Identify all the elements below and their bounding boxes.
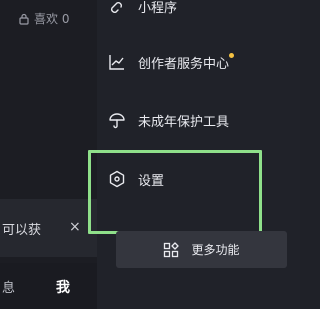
toast-text: 可以获 (2, 222, 42, 238)
menu-item-label-wrap: 创作者服务中心 (138, 52, 235, 72)
trend-chart-icon (109, 55, 124, 70)
likes-count[interactable]: 喜欢 0 (18, 10, 69, 27)
lock-icon (19, 13, 29, 25)
menu-item-creator-center[interactable]: 创作者服务中心 (108, 52, 235, 72)
tab-messages[interactable]: 息 (2, 277, 15, 296)
menu-item-label: 未成年保护工具 (138, 114, 230, 130)
menu-item-mini-program[interactable]: 小程序 (108, 0, 177, 16)
notification-dot (229, 52, 235, 58)
highlight-box (88, 150, 262, 234)
more-features-button[interactable]: 更多功能 (116, 231, 287, 268)
grid-apps-icon (164, 241, 180, 257)
more-features-label: 更多功能 (191, 243, 240, 257)
background-profile-page: 喜欢 0 可以获 × 息 我 (0, 0, 97, 309)
likes-label: 喜欢 0 (34, 12, 70, 26)
notice-toast: 可以获 × (0, 199, 97, 257)
menu-item-minor-protection[interactable]: 未成年保护工具 (108, 110, 229, 130)
close-icon[interactable]: × (69, 219, 81, 235)
menu-item-label: 小程序 (138, 0, 178, 16)
mini-program-icon (111, 2, 122, 13)
umbrella-icon (109, 113, 125, 129)
menu-item-label: 创作者服务中心 (138, 56, 230, 72)
bottom-nav-bar: 息 我 (0, 263, 97, 309)
tab-me[interactable]: 我 (56, 277, 70, 297)
